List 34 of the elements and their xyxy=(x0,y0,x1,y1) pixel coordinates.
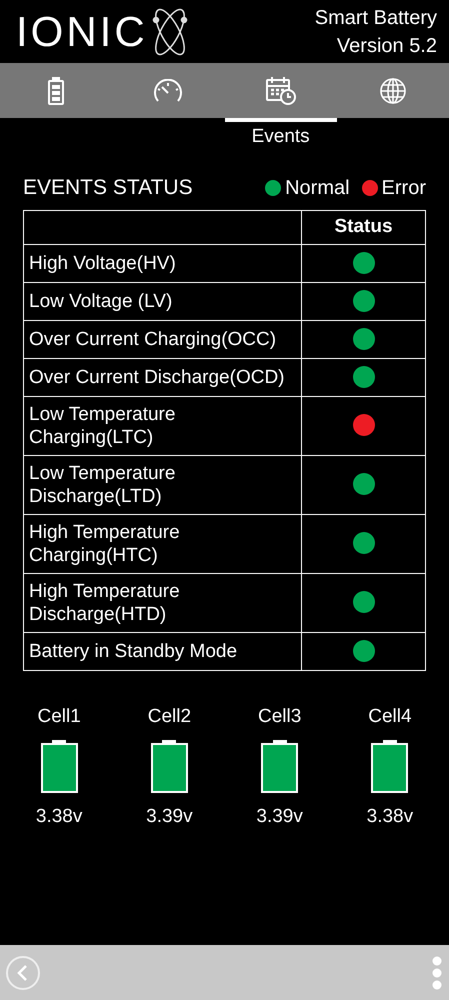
event-name-cell: High Temperature Discharge(HTD) xyxy=(24,573,302,632)
event-name-cell: Over Current Charging(OCC) xyxy=(24,320,302,358)
column-header: Status xyxy=(302,210,426,244)
battery-icon xyxy=(47,76,66,104)
legend-label: Error xyxy=(382,176,426,201)
logo-text: IONIC xyxy=(16,10,148,52)
event-name-cell: Low Temperature Discharge(LTD) xyxy=(24,455,302,514)
cell-label: Cell2 xyxy=(148,704,192,728)
cell-label: Cell4 xyxy=(368,704,412,728)
version-text: Version 5.2 xyxy=(336,34,437,58)
calendar-clock-icon xyxy=(264,76,297,106)
cell-battery-icon xyxy=(150,740,188,793)
event-name-cell: High Temperature Charging(HTC) xyxy=(24,514,302,573)
cell-voltage: 3.38v xyxy=(36,805,82,829)
cell-battery-icon xyxy=(40,740,78,793)
globe-icon xyxy=(378,76,407,104)
app-title: Smart Battery xyxy=(314,6,437,30)
event-name-cell: Over Current Discharge(OCD) xyxy=(24,358,302,396)
cell-voltage: 3.39v xyxy=(256,805,303,829)
cell-battery-icon xyxy=(371,740,408,793)
cell-battery-icon xyxy=(261,740,298,793)
event-name-cell: Battery in Standby Mode xyxy=(24,632,302,670)
event-name-cell: Low Voltage (LV) xyxy=(24,282,302,320)
cell-label: Cell3 xyxy=(258,704,302,728)
section-title: EVENTS STATUS xyxy=(23,175,193,201)
tab-label: Events xyxy=(252,125,310,149)
event-name-cell: Low Temperature Charging(LTC) xyxy=(24,396,302,455)
cell-voltage: 3.39v xyxy=(146,805,193,829)
cell-label: Cell1 xyxy=(37,704,81,728)
event-name-cell: High Voltage(HV) xyxy=(24,244,302,282)
cell-voltage: 3.38v xyxy=(366,805,414,829)
chevron-left-icon xyxy=(16,964,30,982)
legend-label: Normal xyxy=(285,176,350,201)
gauge-icon xyxy=(152,78,184,102)
